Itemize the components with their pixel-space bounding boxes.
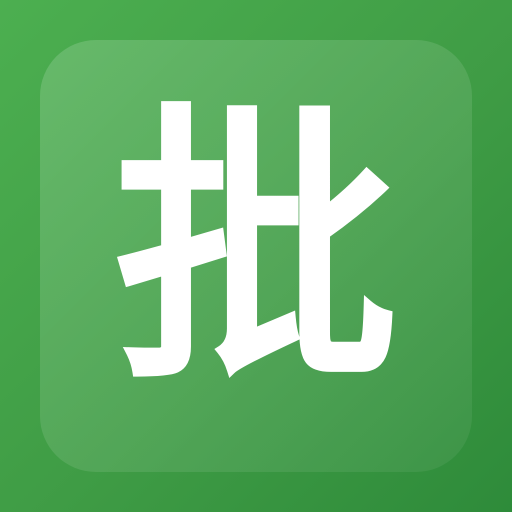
app-icon-glyph: 批	[112, 80, 400, 420]
app-icon-tile[interactable]: 批	[40, 40, 472, 472]
